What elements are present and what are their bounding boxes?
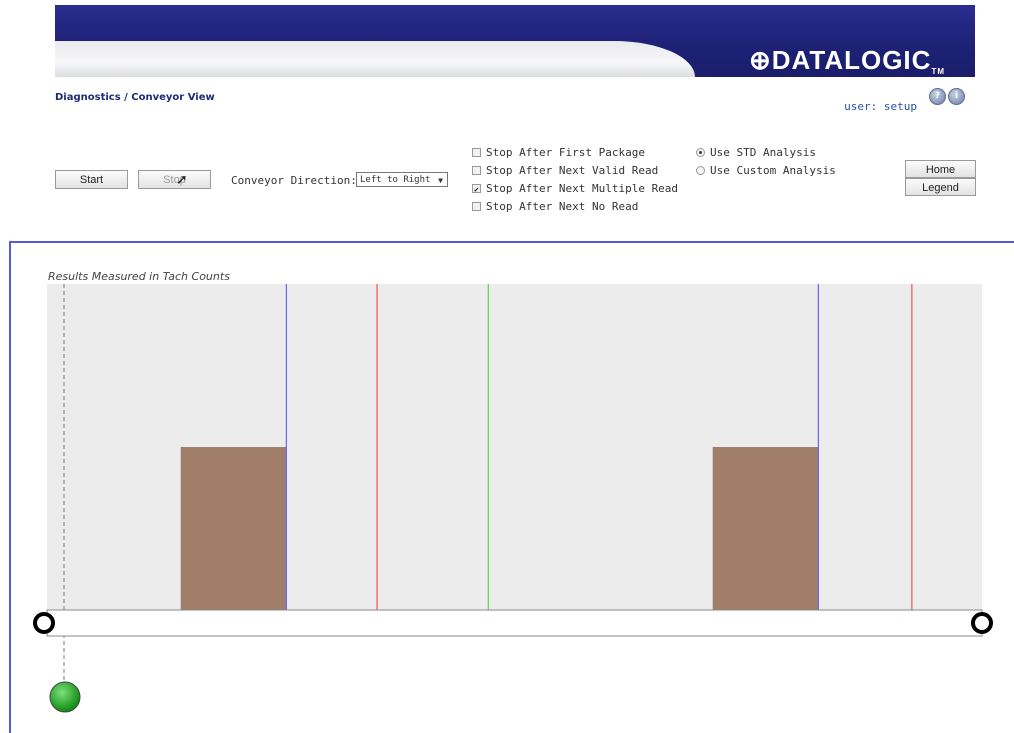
status-indicator-icon [49, 681, 81, 713]
package-bar [180, 447, 287, 610]
conveyor-chart [33, 284, 993, 713]
right-roller-icon [971, 612, 993, 634]
conveyor-belt [46, 609, 983, 637]
left-roller-icon [33, 612, 55, 634]
package-bar [712, 447, 819, 610]
